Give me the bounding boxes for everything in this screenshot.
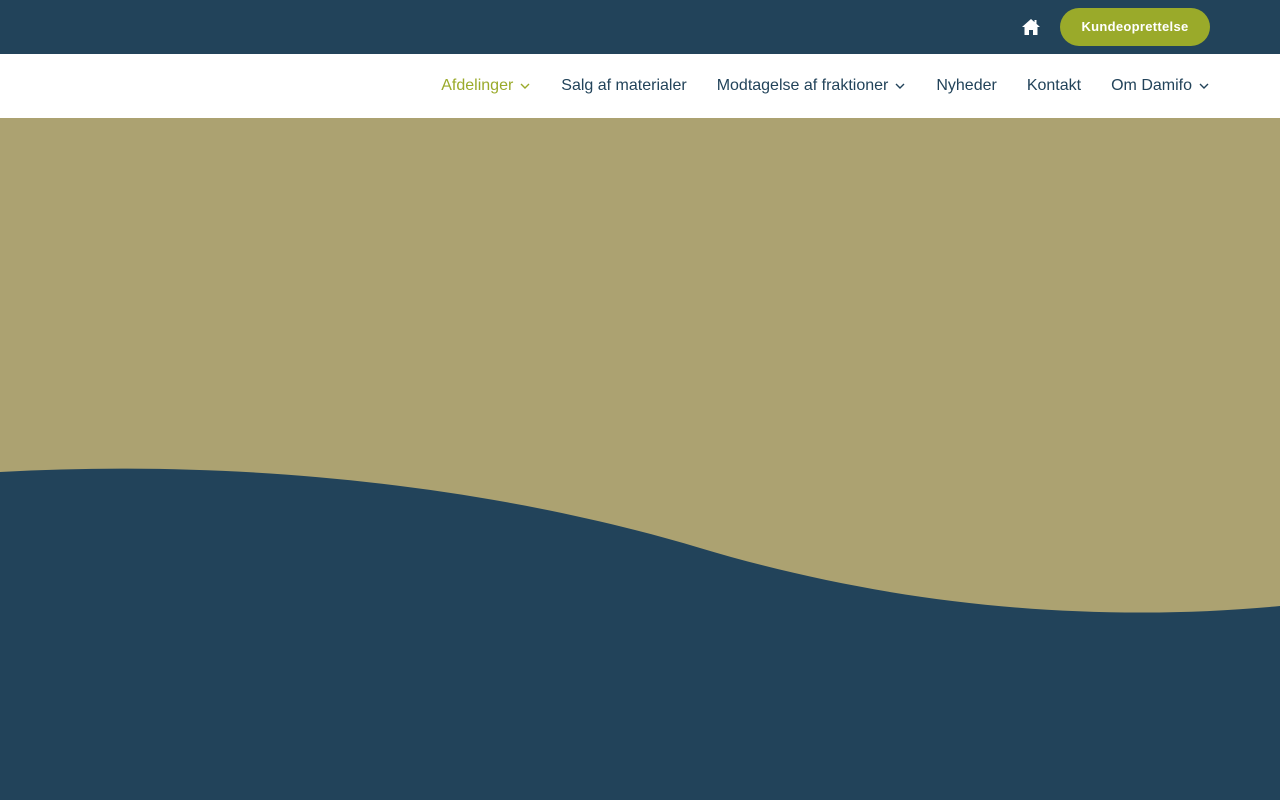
kundeoprettelse-button[interactable]: Kundeoprettelse <box>1060 8 1210 46</box>
nav-item-label: Kontakt <box>1026 77 1082 94</box>
nav-item-om-damifo[interactable]: Om Damifo <box>1111 77 1210 95</box>
nav-item-nyheder[interactable]: Nyheder <box>936 77 996 95</box>
main-navigation: Afdelinger Salg af materialer Modtagelse… <box>0 54 1280 118</box>
nav-item-label: Modtagelse af fraktioner <box>716 77 889 94</box>
wave-divider <box>0 468 1280 800</box>
nav-item-label: Om Damifo <box>1111 77 1192 94</box>
chevron-down-icon <box>894 80 906 92</box>
nav-item-salg-af-materialer[interactable]: Salg af materialer <box>561 77 686 95</box>
chevron-down-icon <box>1198 80 1210 92</box>
chevron-down-icon <box>519 80 531 92</box>
home-icon <box>1020 16 1042 38</box>
nav-item-kontakt[interactable]: Kontakt <box>1027 77 1081 95</box>
nav-item-label: Salg af materialer <box>561 77 687 94</box>
nav-item-afdelinger[interactable]: Afdelinger <box>441 77 531 95</box>
nav-item-label: Afdelinger <box>441 77 514 94</box>
hero-banner <box>0 118 1280 800</box>
nav-menu: Afdelinger Salg af materialer Modtagelse… <box>441 54 1210 118</box>
home-link[interactable] <box>1020 16 1042 38</box>
nav-item-modtagelse-af-fraktioner[interactable]: Modtagelse af fraktioner <box>717 77 907 95</box>
nav-item-label: Nyheder <box>936 77 997 94</box>
top-bar: Kundeoprettelse <box>0 0 1280 54</box>
